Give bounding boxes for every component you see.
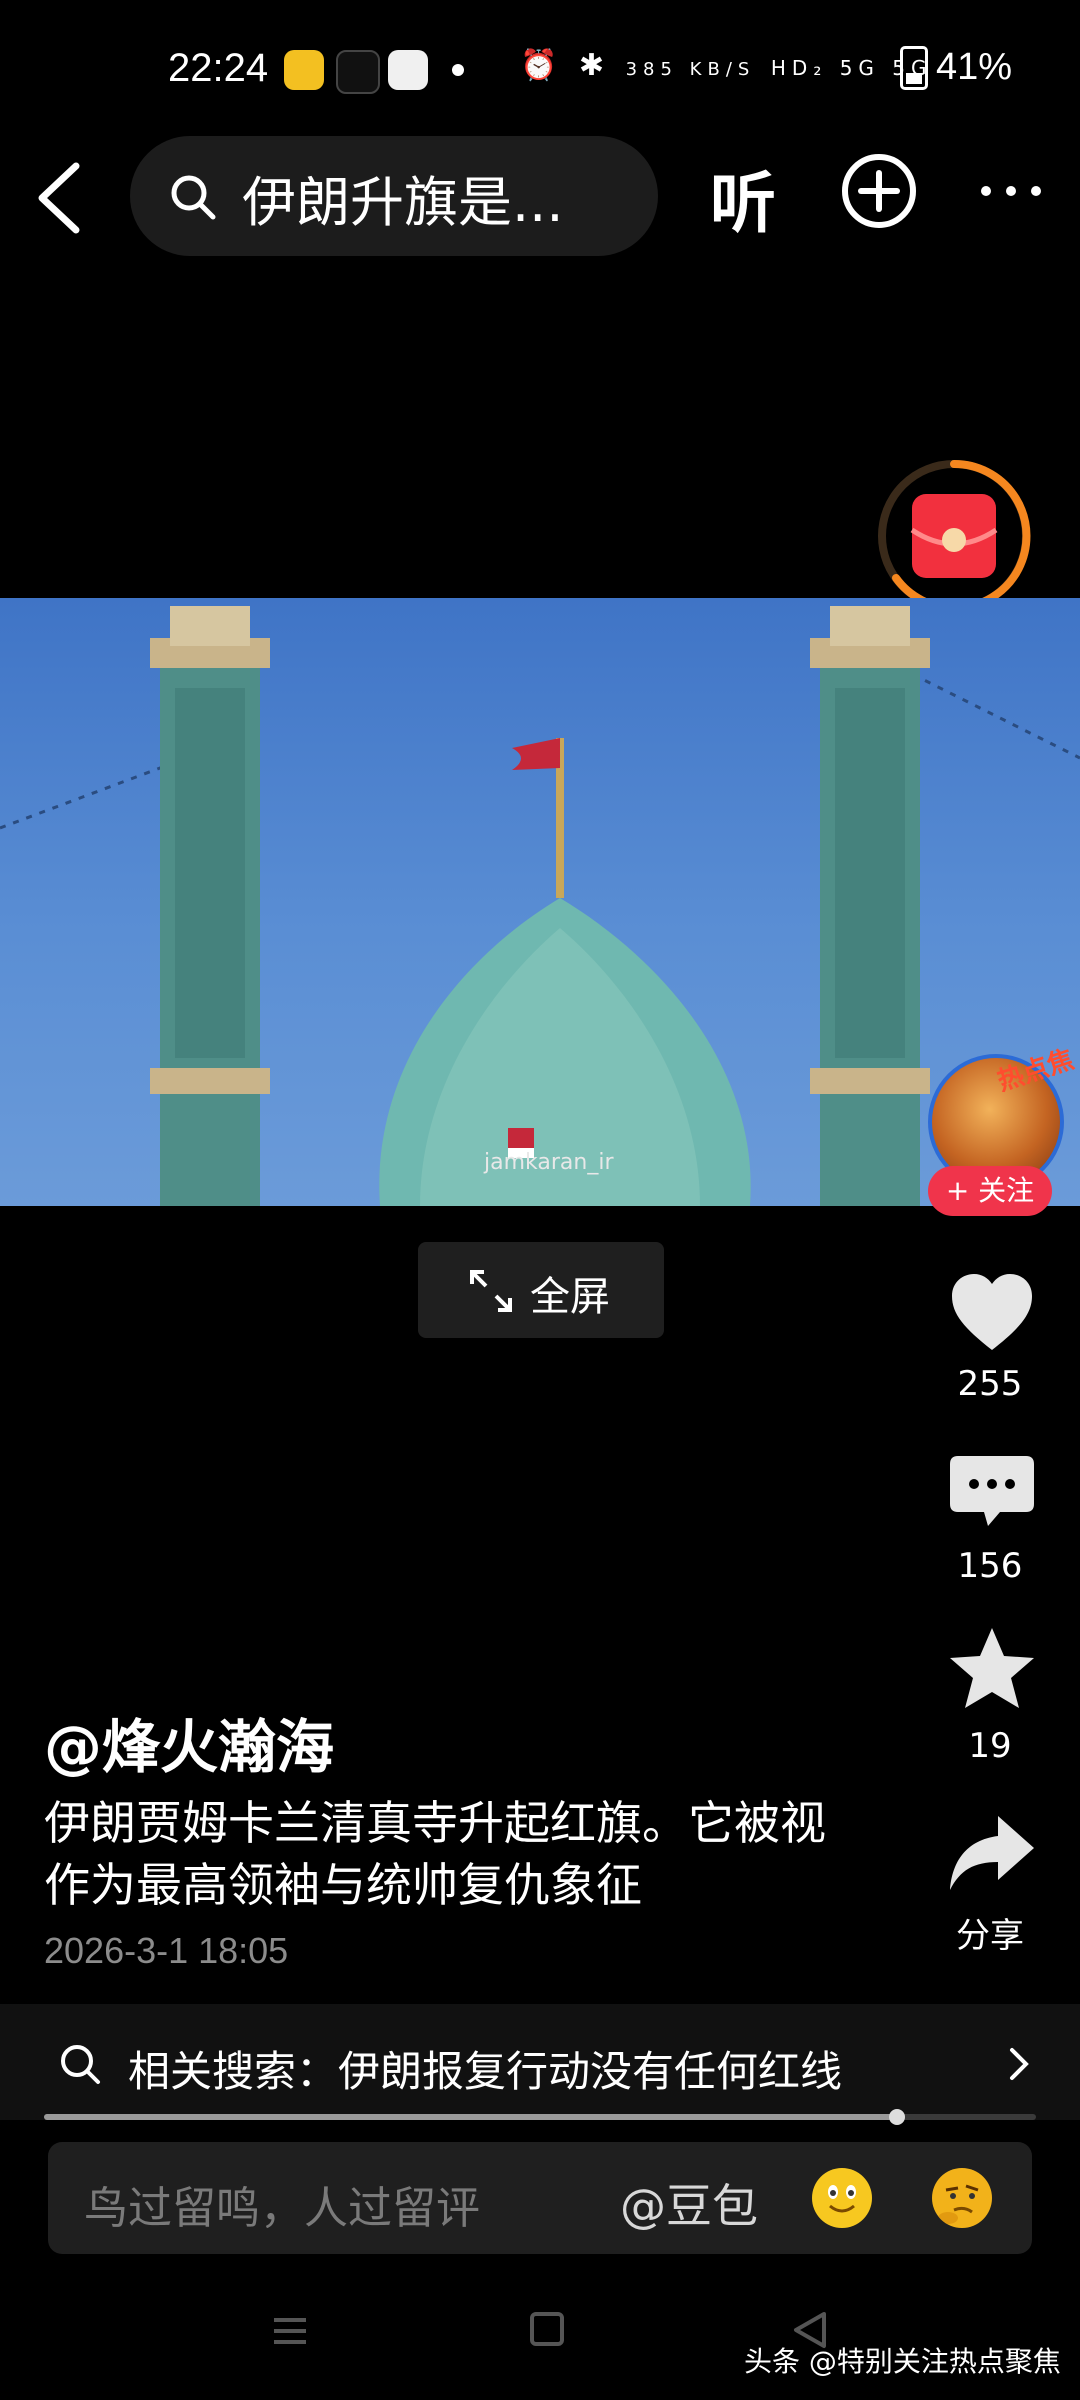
- listen-button[interactable]: 听: [710, 150, 776, 246]
- tiktok-icon: [336, 50, 380, 94]
- progress-handle[interactable]: [889, 2109, 905, 2125]
- chevron-right-icon: [1010, 2048, 1029, 2080]
- fullscreen-button[interactable]: 全屏: [418, 1242, 664, 1338]
- system-status-icons: ⏰ ✱ 385 KB/S HD₂ 5G 5G: [520, 48, 933, 83]
- favorite-button[interactable]: [944, 1622, 1040, 1718]
- fullscreen-label: 全屏: [530, 1274, 610, 1320]
- alarm-icon: ⏰: [520, 48, 564, 83]
- favorite-count: 19: [968, 1726, 1012, 1766]
- like-button[interactable]: [944, 1266, 1040, 1362]
- status-time: 22:24: [168, 46, 269, 90]
- post-date: 2026-3-1 18:05: [44, 1930, 289, 1971]
- video-progress-bar[interactable]: [44, 2109, 1036, 2125]
- status-bar: 22:24 ⏰ ✱ 385 KB/S HD₂ 5G 5G 41%: [0, 0, 1080, 140]
- battery-icon: [900, 46, 928, 90]
- post-description: 伊朗贾姆卡兰清真寺升起红旗。它被视作为最高领袖与统帅复仇象征: [44, 1796, 826, 1912]
- progress-fill: [44, 2114, 897, 2120]
- mention-doubao-button[interactable]: @豆包: [620, 2170, 758, 2236]
- add-button[interactable]: [840, 152, 918, 230]
- home-button[interactable]: [530, 2312, 564, 2346]
- battery-percent: 41%: [936, 46, 1013, 88]
- search-query: 伊朗升旗是...: [242, 171, 564, 234]
- recent-apps-button[interactable]: [272, 2316, 308, 2346]
- photos-icon: [388, 50, 428, 90]
- back-button[interactable]: [30, 158, 90, 238]
- bluetooth-icon: ✱: [578, 48, 611, 83]
- search-bar[interactable]: 伊朗升旗是...: [130, 136, 658, 256]
- comment-placeholder: 鸟过留鸣，人过留评: [84, 2183, 480, 2234]
- chevron-left-icon: [38, 162, 80, 234]
- video-watermark: jamkaran_ir: [484, 1150, 614, 1175]
- expand-icon: [470, 1270, 512, 1312]
- comment-count: 156: [957, 1546, 1023, 1586]
- battery-fill: [906, 73, 922, 84]
- share-label: 分享: [956, 1916, 1024, 1956]
- smile-emoji-icon[interactable]: [812, 2168, 872, 2228]
- network-speed: 385 KB/S: [625, 59, 756, 80]
- comment-input[interactable]: 鸟过留鸣，人过留评 @豆包: [48, 2142, 1032, 2254]
- author-name[interactable]: @烽火瀚海: [44, 1700, 334, 1784]
- mosque-video-frame: [0, 606, 1080, 1206]
- search-icon: [171, 175, 216, 220]
- weibo-icon: [284, 50, 324, 90]
- thinking-emoji-icon[interactable]: [932, 2168, 992, 2228]
- red-envelope-button[interactable]: [876, 458, 1032, 614]
- notification-dot-icon: [452, 64, 464, 76]
- search-icon: [61, 2045, 100, 2084]
- footer-watermark: 头条 @特别关注热点聚焦: [744, 2345, 1061, 2378]
- like-count: 255: [957, 1364, 1023, 1404]
- share-button[interactable]: [944, 1806, 1040, 1902]
- related-search-text: 相关搜索：伊朗报复行动没有任何红线: [128, 2047, 843, 2096]
- follow-button[interactable]: + 关注: [928, 1166, 1052, 1216]
- related-search-bar[interactable]: 相关搜索：伊朗报复行动没有任何红线: [0, 2004, 1080, 2120]
- comment-button[interactable]: [944, 1446, 1040, 1542]
- more-options-button[interactable]: [976, 176, 1046, 206]
- video-player[interactable]: jamkaran_ir: [0, 598, 1080, 1206]
